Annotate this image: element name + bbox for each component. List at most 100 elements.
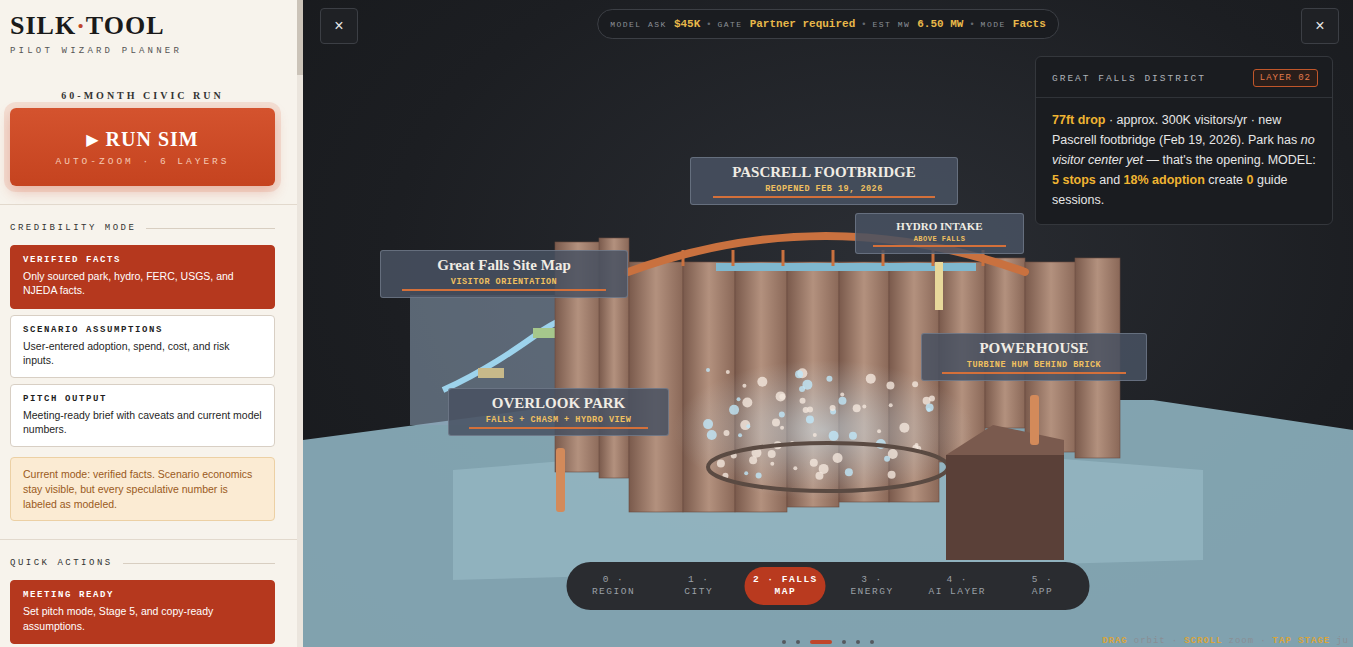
- stage-tab[interactable]: 1 ·CITY: [660, 567, 738, 605]
- mode-option[interactable]: PITCH OUTPUTMeeting-ready brief with cav…: [10, 384, 275, 447]
- stage-tab[interactable]: 3 ·ENERGY: [833, 567, 911, 605]
- info-body: 77ft drop · approx. 300K visitors/yr · n…: [1036, 98, 1332, 224]
- logo: SILK·TOOL: [10, 12, 287, 39]
- marker-pole: [1030, 395, 1039, 445]
- stage-tab[interactable]: 2 · FALLSMAP: [745, 567, 826, 605]
- status-label: MODEL ASK: [610, 20, 667, 29]
- mode-note: Current mode: verified facts. Scenario e…: [10, 457, 275, 521]
- option-title: VERIFIED FACTS: [23, 255, 262, 265]
- run-sim-button[interactable]: ▶RUN SIM AUTO-ZOOM · 6 LAYERS: [10, 108, 275, 186]
- status-value: Partner required: [750, 18, 856, 30]
- intake-pole: [935, 262, 943, 310]
- hint-text: DRAG: [1102, 636, 1128, 646]
- status-value: $45K: [674, 18, 700, 30]
- info-text: create: [1205, 173, 1247, 187]
- stage-tab-line: 0 ·: [603, 574, 625, 586]
- option-description: Meeting-ready brief with caveats and cur…: [23, 408, 262, 436]
- mist-glow: [673, 360, 973, 500]
- info-header: GREAT FALLS DISTRICT LAYER 02: [1036, 57, 1332, 98]
- option-title: MEETING READY: [23, 590, 262, 600]
- plunge-ring: [708, 443, 948, 491]
- info-title: GREAT FALLS DISTRICT: [1052, 73, 1206, 84]
- scene-label[interactable]: PASCRELL FOOTBRIDGEREOPENED FEB 19, 2026: [690, 157, 958, 205]
- scene-label-sub: TURBINE HUM BEHIND BRICK: [942, 360, 1126, 374]
- run-sub: AUTO-ZOOM · 6 LAYERS: [55, 156, 229, 167]
- stage-canvas[interactable]: PASCRELL FOOTBRIDGEREOPENED FEB 19, 2026…: [303, 0, 1353, 647]
- option-description: Set pitch mode, Stage 5, and copy-ready …: [23, 604, 262, 632]
- stage-tab-line: APP: [1032, 586, 1054, 598]
- logo-mark: ·: [76, 11, 86, 40]
- info-text: and: [1096, 173, 1124, 187]
- stage-tab-line: ENERGY: [850, 586, 893, 598]
- scene-label[interactable]: OVERLOOK PARK FALLS + CHASM + HYDRO VIEW: [448, 388, 669, 436]
- stage-nav: 0 ·REGION1 ·CITY2 · FALLSMAP3 ·ENERGY4 ·…: [567, 562, 1090, 610]
- stage-dot[interactable]: [856, 640, 860, 644]
- status-value: Facts: [1013, 18, 1046, 30]
- run-label: ▶RUN SIM: [86, 128, 198, 151]
- scene-label-title: Great Falls Site Map: [437, 257, 570, 274]
- stage-tab[interactable]: 5 ·APP: [1003, 567, 1081, 605]
- scene-label-sub: ABOVE FALLS: [873, 235, 1005, 247]
- status-value: 6.50 MW: [917, 18, 963, 30]
- scene-label[interactable]: Great Falls Site Map VISITOR ORIENTATION: [380, 250, 628, 298]
- scene-label[interactable]: POWERHOUSE TURBINE HUM BEHIND BRICK: [921, 333, 1147, 381]
- hint-text: ju: [1336, 636, 1349, 646]
- stage-dot[interactable]: [810, 640, 832, 644]
- controls-hint: DRAGorbit·SCROLLzoom·TAP STAGEju: [1102, 636, 1349, 646]
- stage-tab[interactable]: 0 ·REGION: [575, 567, 653, 605]
- stage-dot[interactable]: [782, 640, 786, 644]
- info-text: 18% adoption: [1124, 173, 1205, 187]
- status-label: MODE: [981, 20, 1006, 29]
- option-description: Only sourced park, hydro, FERC, USGS, an…: [23, 269, 262, 297]
- hint-text: ·: [1172, 636, 1178, 646]
- stage-tab-line: 4 ·: [946, 574, 968, 586]
- stage-tab[interactable]: 4 ·AI LAYER: [918, 567, 996, 605]
- status-separator: •: [970, 19, 973, 29]
- option-description: User-entered adoption, spend, cost, and …: [23, 339, 262, 367]
- info-text: 77ft drop: [1052, 113, 1105, 127]
- stage-tab-line: 2 · FALLS: [753, 574, 818, 586]
- scene-label[interactable]: HYDRO INTAKE ABOVE FALLS: [855, 213, 1024, 254]
- quick-actions-section: QUICK ACTIONS MEETING READY Set pitch mode…: [0, 539, 297, 647]
- water-particles: [703, 368, 935, 480]
- credibility-section: CREDIBILITY MODEVERIFIED FACTSOnly sourc…: [0, 204, 297, 521]
- stage-tab-line: REGION: [592, 586, 635, 598]
- stage-dot[interactable]: [842, 640, 846, 644]
- stage-dot[interactable]: [870, 640, 874, 644]
- mode-option[interactable]: VERIFIED FACTS Only sourced park, hydro, …: [10, 245, 275, 308]
- info-text: 0: [1247, 173, 1254, 187]
- section-heading: QUICK ACTIONS: [10, 558, 275, 568]
- status-separator: •: [707, 19, 710, 29]
- option-title: SCENARIO ASSUMPTIONS: [23, 325, 262, 335]
- close-button[interactable]: ×: [320, 8, 358, 44]
- status-separator: •: [862, 19, 865, 29]
- mode-option[interactable]: SCENARIO ASSUMPTIONS User-entered adoptio…: [10, 315, 275, 378]
- logo-block: SILK·TOOLPILOT WIZARD PLANNER: [0, 0, 297, 56]
- layer-badge: LAYER 02: [1253, 69, 1318, 87]
- status-label: GATE: [717, 20, 742, 29]
- stage-tab-line: 5 ·: [1032, 574, 1054, 586]
- scene-label-sub: VISITOR ORIENTATION: [402, 277, 605, 291]
- scene-label-title: POWERHOUSE: [979, 340, 1088, 357]
- scene-label-sub: FALLS + CHASM + HYDRO VIEW: [469, 415, 648, 429]
- status-pill: MODEL ASK$45K•GATEPartner required•EST M…: [597, 9, 1059, 39]
- sidebar: SILK·TOOLPILOT WIZARD PLANNER60-MONTH CI…: [0, 0, 303, 647]
- scene-label-title: OVERLOOK PARK: [492, 395, 625, 412]
- play-icon: ▶: [86, 130, 99, 149]
- quick-action[interactable]: MEETING READY Set pitch mode, Stage 5, an…: [10, 580, 275, 643]
- app: SILK·TOOLPILOT WIZARD PLANNER60-MONTH CI…: [0, 0, 1353, 647]
- info-text: — that's the opening. MODEL:: [1143, 153, 1316, 167]
- info-text: 5 stops: [1052, 173, 1096, 187]
- close-button[interactable]: ×: [1301, 8, 1339, 44]
- stage-tab-line: 3 ·: [861, 574, 883, 586]
- info-card: GREAT FALLS DISTRICT LAYER 02 77ft drop · …: [1035, 56, 1333, 225]
- stage-tab-line: AI LAYER: [928, 586, 986, 598]
- powerhouse-block: [946, 425, 1064, 560]
- hint-text: zoom: [1229, 636, 1255, 646]
- stage-dot[interactable]: [796, 640, 800, 644]
- scene-label-title: HYDRO INTAKE: [896, 220, 982, 232]
- stage-tab-line: 1 ·: [688, 574, 710, 586]
- hint-text: TAP STAGE: [1273, 636, 1331, 646]
- scene-label-sub: REOPENED FEB 19, 2026: [713, 184, 934, 198]
- hint-text: orbit: [1134, 636, 1166, 646]
